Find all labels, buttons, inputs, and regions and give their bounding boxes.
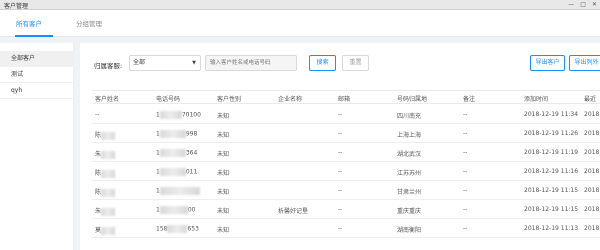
cell-phone: 1 00 — [156, 206, 196, 214]
agent-filter-label: 归属客服: — [94, 62, 123, 70]
cell-added-time: 2018-12-19 11:19 — [524, 149, 579, 156]
sidebar-item-test[interactable]: 测试 — [0, 67, 74, 83]
cell-name: -- — [95, 111, 100, 118]
cell-gender: 未知 — [217, 151, 230, 158]
caret-down-icon: ▼ — [192, 60, 196, 66]
window-titlebar: 客户管理 — □ ✕ — [0, 0, 600, 10]
col-customer-name: 客户姓名 — [95, 96, 120, 103]
cell-remark: -- — [463, 225, 468, 232]
minimize-icon[interactable]: — — [568, 1, 574, 8]
cell-latest: 2018 — [584, 130, 600, 137]
cell-gender: 未知 — [217, 208, 230, 215]
agent-select-value: 全部 — [133, 59, 146, 66]
cell-gender: 未知 — [217, 113, 230, 120]
close-icon[interactable]: ✕ — [592, 1, 597, 8]
cell-phone: 1 364 — [156, 149, 198, 157]
cell-name: 朱 — [95, 149, 116, 159]
cell-email: -- — [338, 206, 343, 213]
sidebar: 全部客户 测试 qyh — [0, 43, 74, 250]
cell-phone: 1 998 — [156, 130, 198, 138]
cell-added-time: 2018-12-19 11:15 — [524, 206, 579, 213]
window-controls: — □ ✕ — [568, 1, 597, 8]
sidebar-item-all-customers[interactable]: 全部客户 — [0, 51, 74, 67]
cell-email: -- — [338, 168, 343, 175]
col-added-time: 添加时间 — [524, 96, 549, 103]
cell-name: 朱 — [95, 206, 116, 216]
cell-gender: 未知 — [217, 132, 230, 139]
cell-gender: 未知 — [217, 170, 230, 177]
cell-latest: 2018 — [584, 149, 600, 156]
cell-added-time: 2018-12-19 11:26 — [524, 130, 579, 137]
cell-region: 湖北武汉 — [397, 151, 422, 158]
cell-latest: 2018 — [584, 225, 600, 232]
table-row[interactable]: 陈 1 未知 -- 甘肃兰州 -- 2018-12-19 11:15 2018 — [92, 181, 600, 200]
table-row[interactable]: 陈 1 011 未知 -- 江苏苏州 -- 2018-12-19 11:16 20… — [92, 162, 600, 181]
cell-email: -- — [338, 111, 343, 118]
cell-email: -- — [338, 149, 343, 156]
cell-added-time: 2018-12-19 11:34 — [524, 111, 579, 118]
cell-latest: 2018 — [584, 206, 600, 213]
cell-remark: -- — [463, 130, 468, 137]
col-remark: 备注 — [463, 96, 476, 103]
cell-remark: -- — [463, 168, 468, 175]
cell-region: 湖南衡阳 — [397, 227, 422, 234]
col-gender: 客户性别 — [217, 96, 242, 103]
table-row[interactable]: 朱 1 00 未知 析馨好记垦 -- 重庆重庆 -- 2018-12-19 11:… — [92, 200, 600, 219]
cell-email: -- — [338, 225, 343, 232]
cell-name: 陈 — [95, 187, 116, 197]
cell-region: 上海上海 — [397, 132, 422, 139]
tab-all-customers[interactable]: 所有客户 — [16, 18, 42, 28]
cell-latest: 2018 — [584, 168, 600, 175]
cell-name: 陈 — [95, 168, 116, 178]
col-region: 号码归属地 — [397, 96, 428, 103]
cell-email: -- — [338, 130, 343, 137]
search-button[interactable]: 搜索 — [309, 55, 336, 71]
cell-added-time: 2018-12-19 11:16 — [524, 168, 579, 175]
cell-added-time: 2018-12-19 11:13 — [524, 225, 579, 232]
cell-remark: -- — [463, 149, 468, 156]
cell-latest: 2018 — [584, 111, 600, 118]
cell-phone: 1 70100 — [156, 111, 201, 119]
main-panel: 归属客服: 全部 ▼ 搜索 重置 导出客户 导出列外 客户姓名 电话号码 客户性… — [80, 43, 600, 250]
col-phone: 电话号码 — [156, 96, 181, 103]
cell-region: 重庆重庆 — [397, 208, 422, 215]
cell-region: 甘肃兰州 — [397, 189, 422, 196]
col-email: 邮箱 — [338, 96, 351, 103]
table-row[interactable]: 莫 158 653 未知 -- 湖南衡阳 -- 2018-12-19 11:13 … — [92, 219, 600, 238]
cell-gender: 未知 — [217, 189, 230, 196]
table-row[interactable]: 陈 1 998 未知 -- 上海上海 -- 2018-12-19 11:26 20… — [92, 124, 600, 143]
cell-email: -- — [338, 187, 343, 194]
cell-name: 陈 — [95, 130, 116, 140]
search-input[interactable] — [205, 55, 297, 71]
cell-remark: -- — [463, 206, 468, 213]
active-tab-indicator — [15, 35, 53, 37]
cell-region: 四川南充 — [397, 113, 422, 120]
col-company: 企业名称 — [278, 96, 303, 103]
sidebar-item-qyh[interactable]: qyh — [0, 83, 74, 99]
cell-name: 莫 — [95, 225, 116, 235]
maximize-icon[interactable]: □ — [580, 1, 586, 8]
cell-phone: 1 011 — [156, 168, 198, 176]
cell-gender: 未知 — [217, 227, 230, 234]
export-customers-button[interactable]: 导出客户 — [530, 55, 565, 71]
cell-company: 析馨好记垦 — [278, 208, 309, 215]
export-list-button[interactable]: 导出列外 — [569, 55, 600, 71]
cell-latest: 2018 — [584, 187, 600, 194]
cell-added-time: 2018-12-19 11:15 — [524, 187, 579, 194]
cell-remark: -- — [463, 111, 468, 118]
reset-button[interactable]: 重置 — [342, 55, 369, 71]
table-header: 客户姓名 电话号码 客户性别 企业名称 邮箱 号码归属地 备注 添加时间 最近 — [92, 90, 600, 104]
table-row[interactable]: 朱 1 364 未知 -- 湖北武汉 -- 2018-12-19 11:19 20… — [92, 143, 600, 162]
cell-phone: 1 — [156, 187, 200, 195]
col-latest: 最近 — [584, 96, 597, 103]
cell-phone: 158 653 — [156, 225, 199, 233]
cell-remark: -- — [463, 187, 468, 194]
table-row[interactable]: -- 1 70100 未知 -- 四川南充 -- 2018-12-19 11:34… — [92, 105, 600, 124]
agent-select[interactable]: 全部 ▼ — [129, 55, 201, 71]
window-title: 客户管理 — [4, 3, 29, 10]
tab-group-management[interactable]: 分组管理 — [76, 18, 102, 28]
tab-bar: 所有客户 分组管理 — [0, 10, 600, 37]
cell-region: 江苏苏州 — [397, 170, 422, 177]
